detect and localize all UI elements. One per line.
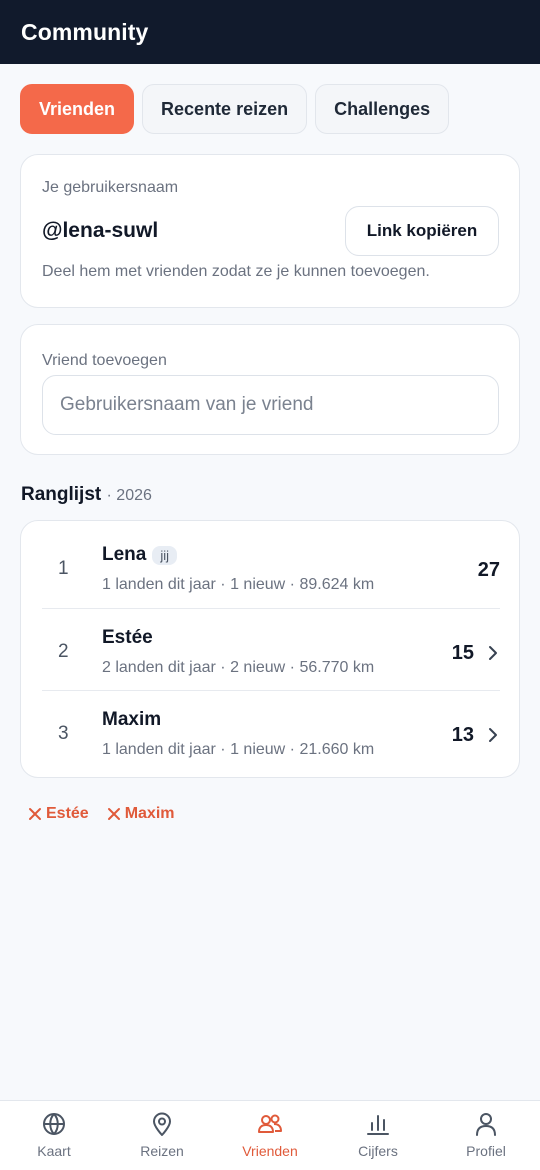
friend-stats: 2 landen dit jaar · 2 nieuw · 56.770 km — [102, 659, 375, 676]
community-tabs: Vrienden Recente reizen Challenges — [20, 84, 450, 134]
leaderboard-row[interactable]: 2 Estée 2 landen dit jaar · 2 nieuw · 56… — [42, 608, 500, 690]
nav-item-cijfers[interactable]: Cijfers — [324, 1101, 432, 1170]
leaderboard-row[interactable]: 3 Maxim 1 landen dit jaar · 1 nieuw · 21… — [42, 690, 500, 772]
leaderboard-card: 1 Lena jij 1 landen dit jaar · 1 nieuw ·… — [20, 520, 520, 778]
add-friend-card: Vriend toevoegen — [20, 324, 520, 455]
top-app-bar: Community — [0, 0, 540, 64]
friend-name-text: Lena — [102, 544, 147, 565]
tab-recente-reizen[interactable]: Recente reizen — [142, 84, 308, 134]
username-value: @lena-suwl — [42, 219, 159, 242]
rank-number: 3 — [58, 723, 69, 744]
remove-friend-button[interactable]: Maxim — [107, 805, 175, 823]
friend-name: Estée — [102, 627, 153, 648]
chevron-right-icon — [489, 728, 497, 742]
nav-item-kaart[interactable]: Kaart — [0, 1101, 108, 1170]
nav-label: Profiel — [466, 1143, 506, 1159]
leaderboard-heading: Ranglijst · 2026 — [21, 484, 152, 506]
remove-friend-label: Estée — [46, 805, 89, 822]
tab-challenges[interactable]: Challenges — [315, 84, 450, 134]
remove-friend-button[interactable]: Estée — [28, 805, 89, 823]
rank-number: 1 — [58, 558, 69, 579]
nav-item-reizen[interactable]: Reizen — [108, 1101, 216, 1170]
nav-label: Kaart — [37, 1143, 71, 1159]
rank-number: 2 — [58, 641, 69, 662]
leaderboard-title: Ranglijst — [21, 484, 102, 505]
page-title: Community — [21, 18, 149, 45]
nav-item-profiel[interactable]: Profiel — [432, 1101, 540, 1170]
bar-chart-icon — [367, 1115, 389, 1135]
bottom-navigation: Kaart Reizen Vrienden Cijfers Profiel — [0, 1100, 540, 1170]
share-hint: Deel hem met vrienden zodat ze je kunnen… — [42, 263, 430, 280]
close-icon — [29, 808, 41, 820]
nav-item-vrienden[interactable]: Vrienden — [216, 1101, 324, 1170]
username-card: Je gebruikersnaam @lena-suwl Link kopiër… — [20, 154, 520, 308]
users-icon — [258, 1114, 282, 1133]
nav-label: Reizen — [140, 1143, 184, 1159]
remove-friend-list: Estée Maxim — [28, 805, 175, 823]
friend-score: 15 — [451, 642, 474, 664]
add-friend-label: Vriend toevoegen — [42, 352, 167, 369]
friend-stats: 1 landen dit jaar · 1 nieuw · 21.660 km — [102, 741, 375, 758]
friend-score: 27 — [477, 559, 500, 581]
friend-username-input[interactable] — [42, 375, 499, 435]
remove-friend-label: Maxim — [124, 805, 175, 822]
map-pin-icon — [153, 1112, 171, 1136]
friend-name: Lena jij — [102, 544, 178, 566]
username-label: Je gebruikersnaam — [42, 179, 179, 196]
copy-link-button[interactable]: Link kopiëren — [345, 206, 499, 256]
friend-score: 13 — [451, 724, 474, 746]
leaderboard-row[interactable]: 1 Lena jij 1 landen dit jaar · 1 nieuw ·… — [42, 526, 500, 608]
friend-name: Maxim — [102, 709, 162, 730]
globe-icon — [43, 1113, 65, 1135]
leaderboard-year: · 2026 — [106, 487, 152, 504]
tab-vrienden[interactable]: Vrienden — [20, 84, 135, 134]
nav-label: Cijfers — [358, 1143, 398, 1159]
friend-stats: 1 landen dit jaar · 1 nieuw · 89.624 km — [102, 576, 375, 593]
nav-label: Vrienden — [242, 1143, 298, 1159]
close-icon — [107, 808, 120, 820]
user-icon — [476, 1113, 496, 1136]
you-badge: jij — [152, 545, 178, 565]
chevron-right-icon — [489, 646, 497, 660]
